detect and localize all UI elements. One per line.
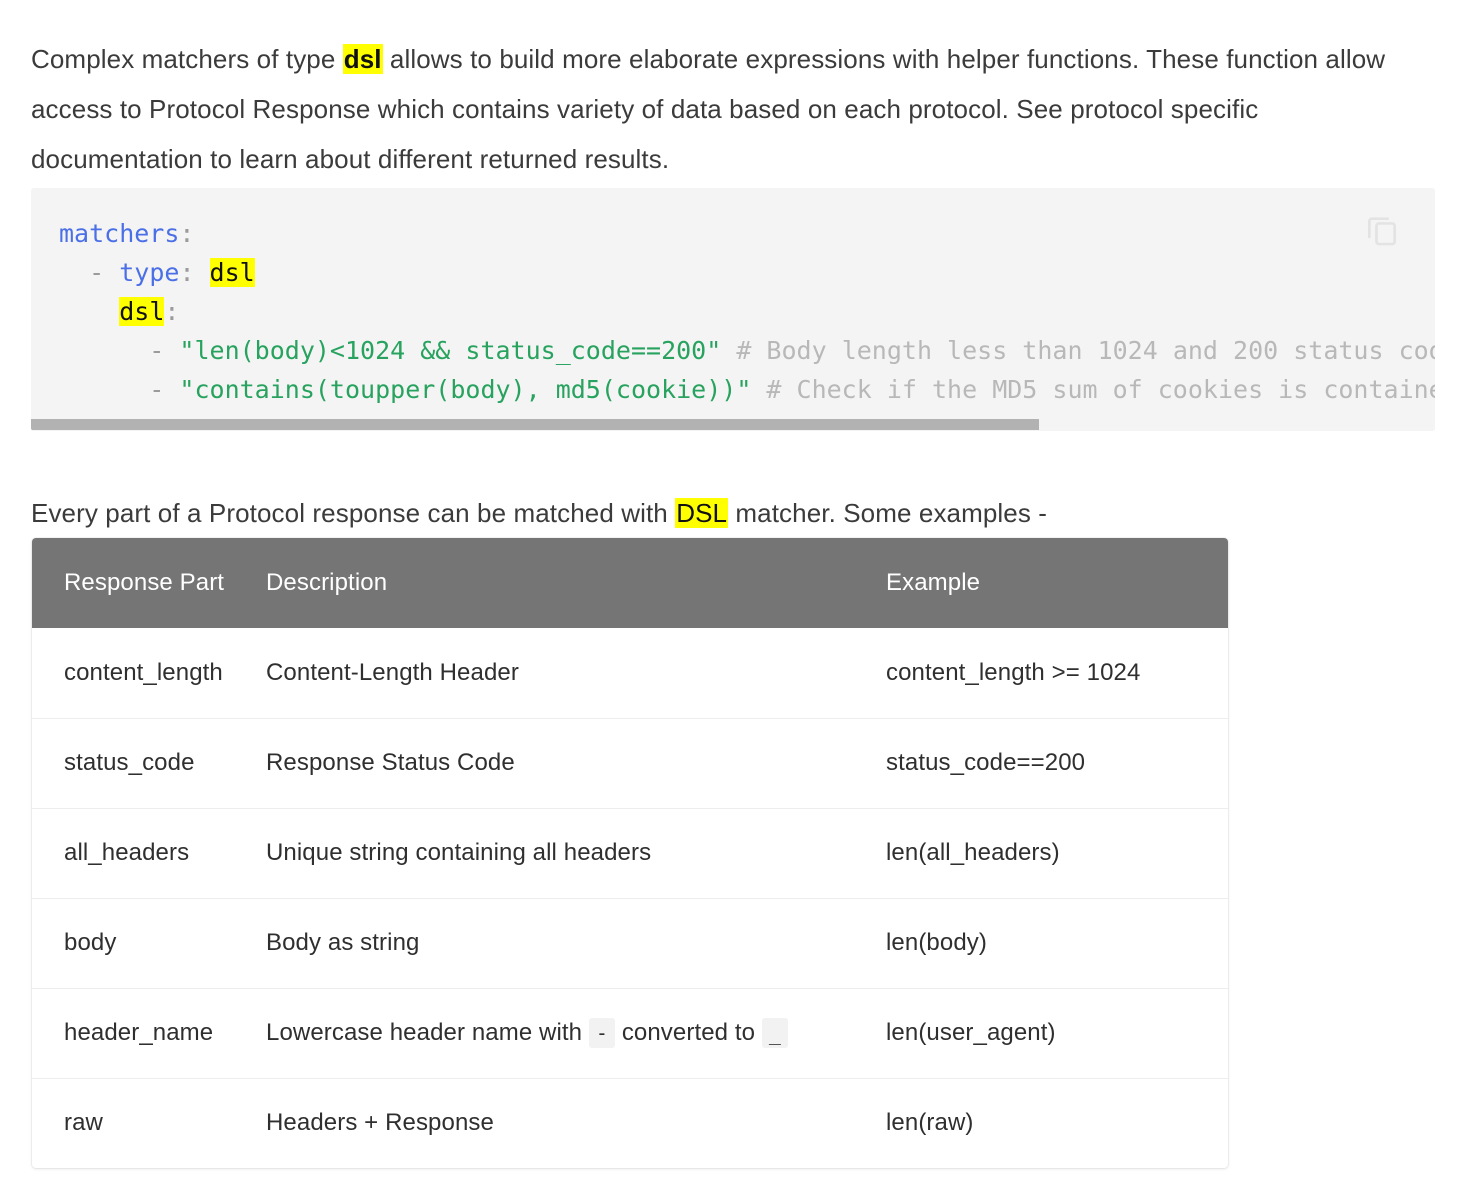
cell-response-part: header_name [32, 987, 266, 1078]
cell-response-part: content_length [64, 658, 223, 686]
code-token-key: type [119, 258, 180, 287]
table-row: content_length Content-Length Header conte… [32, 628, 1228, 718]
description-text: converted to [615, 1019, 762, 1046]
table-header-row: Response Part Description Example [32, 538, 1228, 628]
code-token-highlight: dsl [119, 297, 165, 326]
cell-description: Headers + Response [266, 1077, 886, 1168]
code-token-dash: - [59, 336, 180, 365]
code-token-dash: - [59, 375, 180, 404]
table-body: content_length Content-Length Header conte… [32, 628, 1228, 1168]
code-token-dash: - [59, 258, 120, 287]
dsl-reference-table: Response Part Description Example conten… [32, 538, 1228, 1168]
cell-description: Response Status Code [266, 717, 886, 808]
inline-code-dash: - [588, 1018, 616, 1048]
code-content: matchers: - type: dsl dsl: - "len(body)<… [31, 188, 1435, 409]
table-row: header_name Lowercase header name with - … [32, 987, 1228, 1078]
cell-description: Content-Length Header [266, 658, 519, 686]
examples-text-part1: Every part of a Protocol response can be… [31, 498, 676, 528]
code-token-punc: : [164, 297, 180, 326]
cell-example: len(raw) [886, 1077, 1228, 1168]
cell-description: Lowercase header name with - converted t… [266, 987, 886, 1078]
code-token-string: "contains(toupper(body), md5(cookie))" [179, 375, 752, 404]
inline-highlight-DSL: DSL [675, 498, 729, 528]
intro-paragraph: Complex matchers of type dsl allows to b… [31, 34, 1431, 184]
dsl-reference-table-wrapper: Response Part Description Example conten… [32, 538, 1228, 1168]
table-row: all_headers Unique string containing all … [32, 807, 1228, 898]
table-head: Response Part Description Example [32, 538, 1228, 628]
cell-example: len(all_headers) [886, 807, 1228, 898]
cell-example: status_code==200 [886, 717, 1228, 808]
code-line: - "contains(toupper(body), md5(cookie))"… [59, 370, 1435, 409]
code-token-comment: # Check if the MD5 sum of cookies is con… [766, 375, 1435, 404]
description-text: Lowercase header name with [266, 1019, 589, 1046]
cell-description: Body as string [266, 897, 886, 988]
column-header-example: Example [886, 538, 1228, 628]
code-token-highlight: dsl [209, 258, 255, 287]
cell-response-part: status_code [32, 717, 266, 808]
cell-example: len(body) [886, 897, 1228, 988]
code-token-key: matchers [59, 219, 180, 248]
cell-example: content_length >= 1024 [886, 658, 1141, 686]
cell-example: len(user_agent) [886, 987, 1228, 1078]
intro-text-part1: Complex matchers of type [31, 44, 343, 74]
code-token-punc: : [179, 258, 210, 287]
examples-text-part2: matcher. Some examples - [728, 498, 1048, 528]
examples-intro-paragraph: Every part of a Protocol response can be… [31, 488, 1431, 538]
cell-response-part: all_headers [32, 807, 266, 898]
code-line: dsl: [59, 292, 1435, 331]
code-token-punc: : [179, 219, 195, 248]
table-row: status_code Response Status Code status_co… [32, 717, 1228, 808]
documentation-page: Complex matchers of type dsl allows to b… [0, 0, 1460, 1180]
inline-code-underscore: _ [761, 1018, 789, 1048]
cell-response-part: raw [32, 1077, 266, 1168]
cell-response-part: body [32, 897, 266, 988]
code-line: - "len(body)<1024 && status_code==200" #… [59, 331, 1435, 370]
code-block: matchers: - type: dsl dsl: - "len(body)<… [31, 188, 1435, 431]
cell-description: Unique string containing all headers [266, 807, 886, 898]
copy-icon[interactable] [1363, 210, 1401, 248]
code-token-comment: # Body length less than 1024 and 200 sta… [721, 336, 1435, 365]
table-row: body Body as string len(body) [32, 897, 1228, 988]
table-row: raw Headers + Response len(raw) [32, 1077, 1228, 1168]
column-header-response-part: Response Part [32, 538, 266, 628]
code-line: matchers: [59, 214, 1435, 253]
inline-highlight-dsl: dsl [342, 44, 383, 74]
column-header-description: Description [266, 538, 886, 628]
code-scrollbar-thumb[interactable] [31, 419, 1039, 430]
code-token-string: "len(body)<1024 && status_code==200" [179, 336, 722, 365]
code-line: - type: dsl [59, 253, 1435, 292]
code-scrollbar[interactable] [31, 407, 1435, 431]
